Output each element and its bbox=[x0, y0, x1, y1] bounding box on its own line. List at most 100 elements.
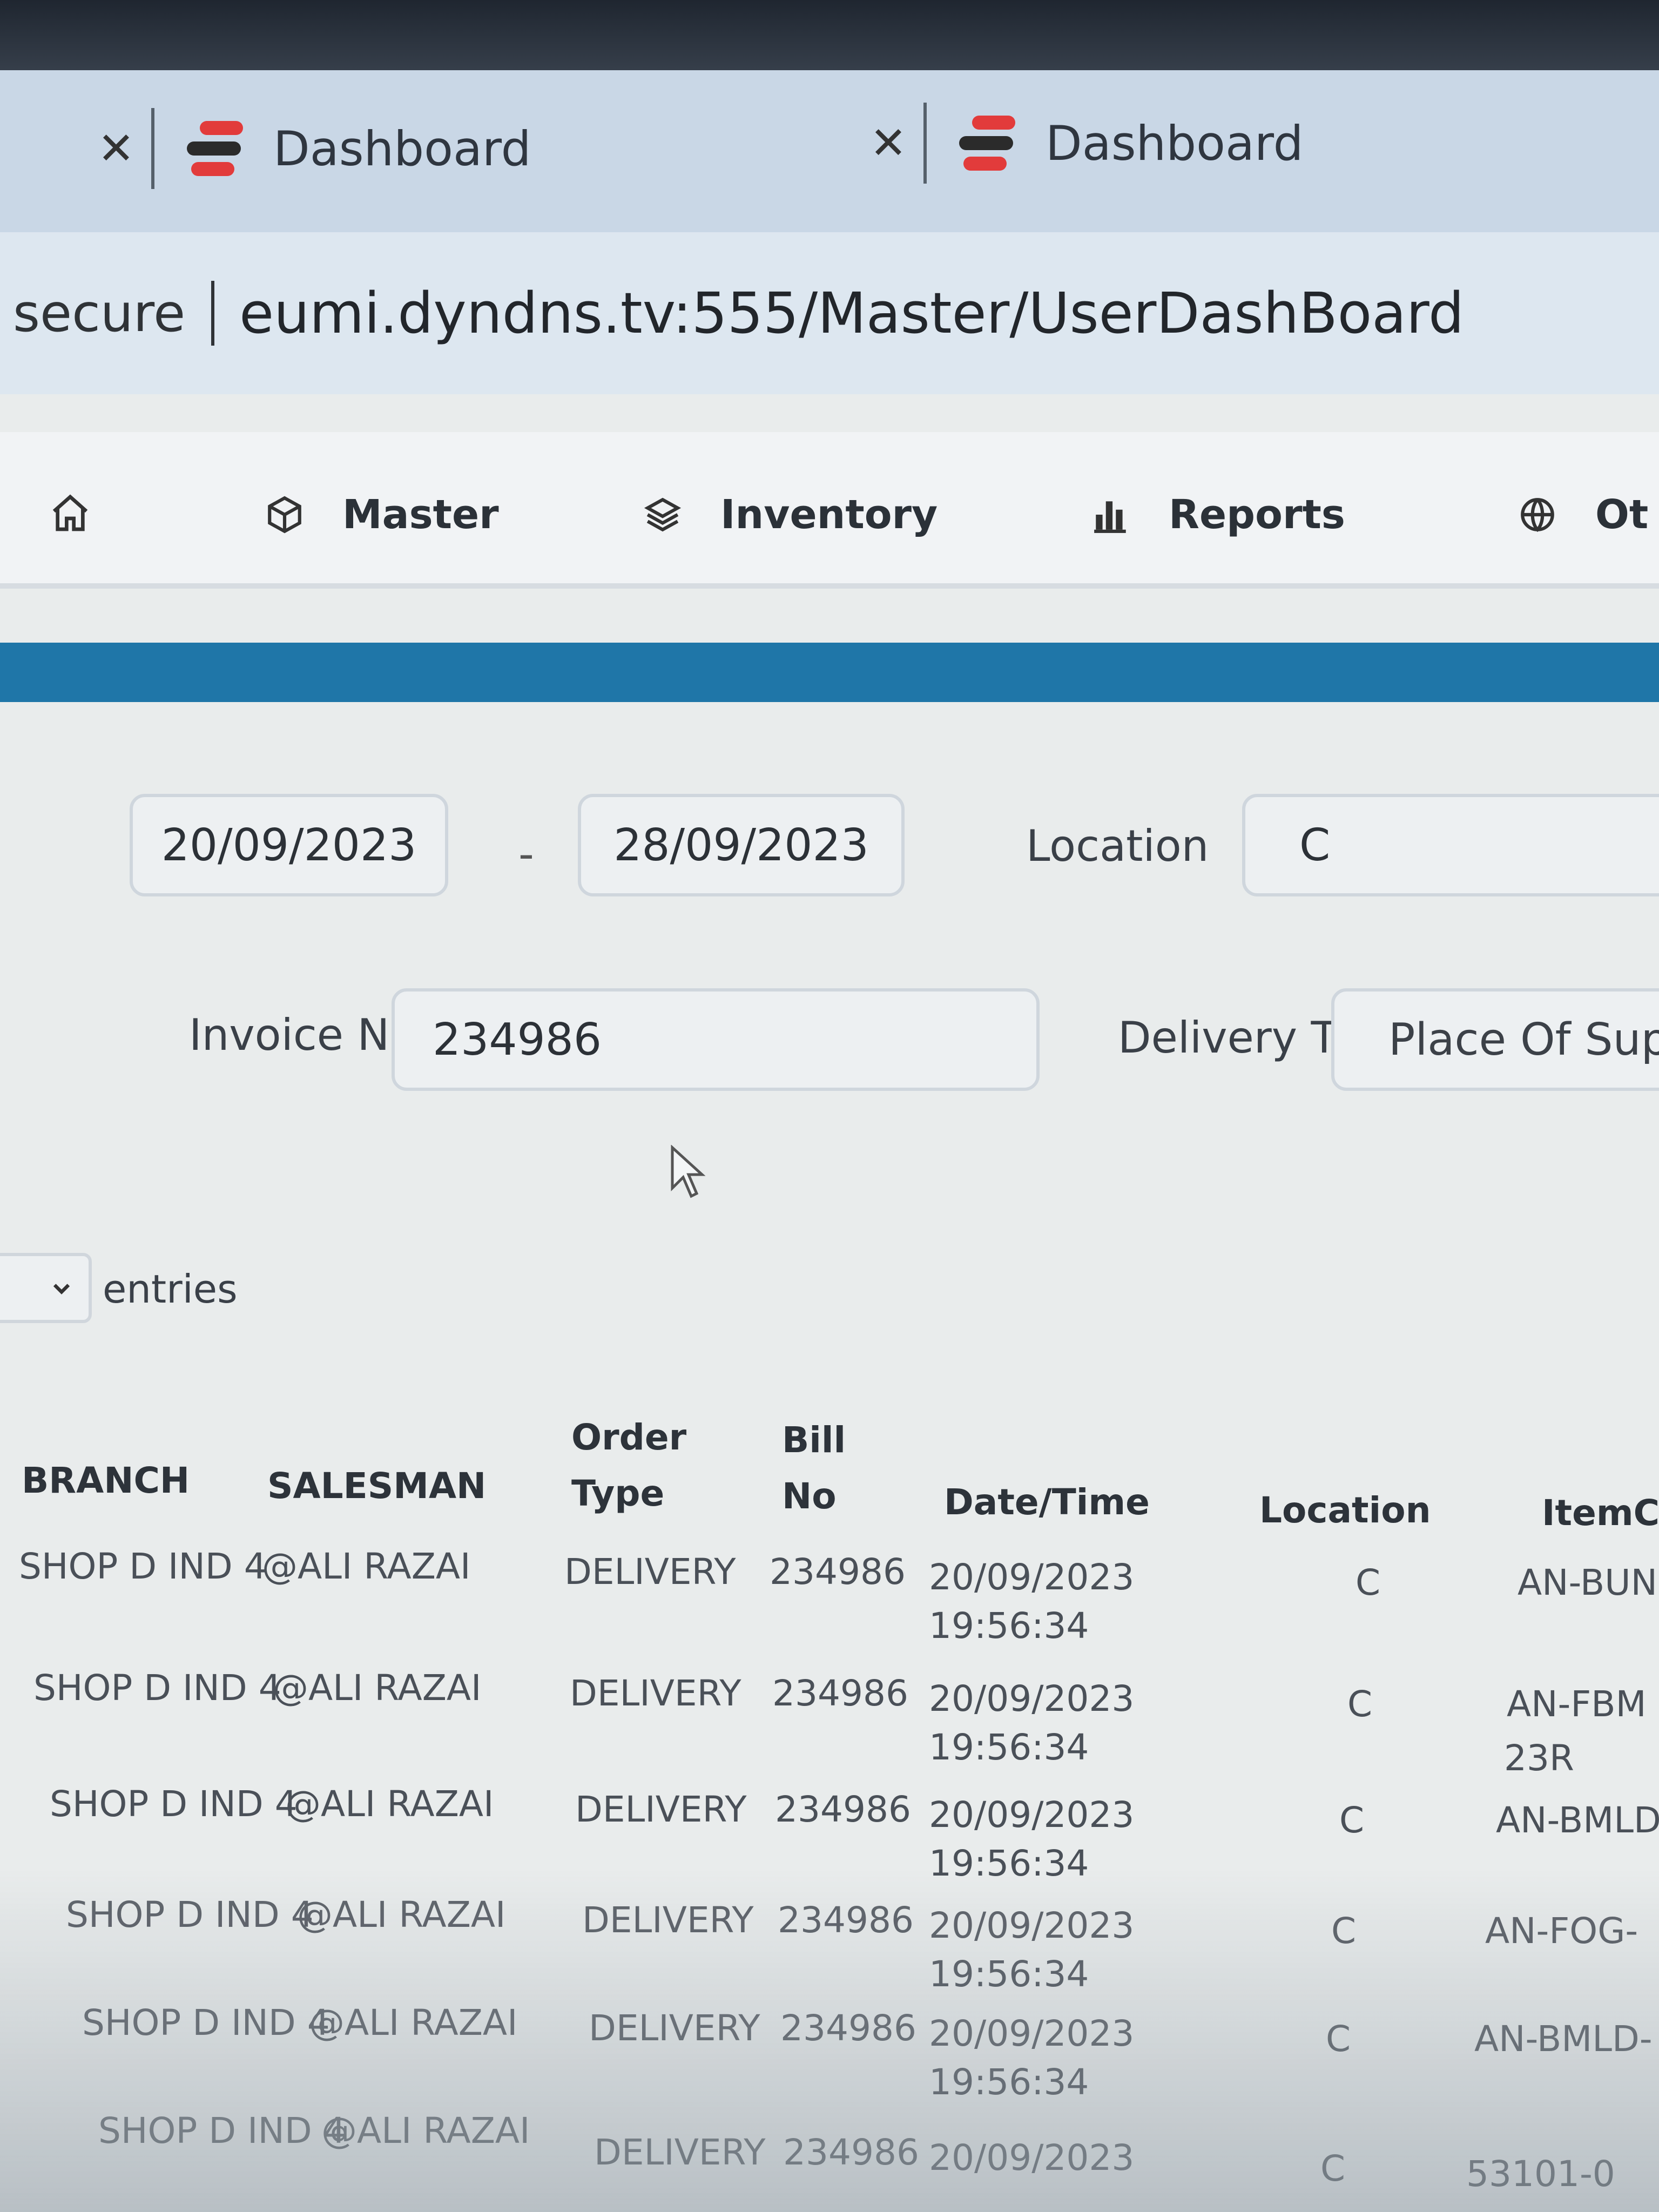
nav-label: Ot bbox=[1595, 491, 1649, 538]
cell-item: 53101-0 bbox=[1466, 2153, 1615, 2195]
cell-location: C bbox=[1355, 1562, 1381, 1603]
invoice-label: Invoice No bbox=[189, 1010, 416, 1060]
nav-label: Inventory bbox=[720, 491, 938, 538]
col-header-salesman[interactable]: SALESMAN bbox=[267, 1458, 486, 1514]
page-banner bbox=[0, 643, 1659, 702]
cube-icon bbox=[268, 496, 301, 534]
cell-item: AN-FOG- bbox=[1485, 1910, 1638, 1952]
col-header-order-type-line2: Type bbox=[571, 1473, 665, 1514]
cell-order-type: DELIVERY bbox=[589, 2007, 760, 2049]
nav-other[interactable]: Ot bbox=[1518, 491, 1648, 538]
close-icon[interactable]: ✕ bbox=[92, 123, 140, 174]
globe-icon bbox=[1521, 498, 1554, 532]
cell-item: AN-BUN bbox=[1518, 1562, 1657, 1603]
cell-branch: SHOP D IND 4 bbox=[98, 2110, 346, 2152]
nav-home[interactable] bbox=[49, 491, 130, 535]
cell-time: 19:56:34 bbox=[929, 1727, 1089, 1768]
cell-salesman: @ALI RAZAI bbox=[321, 2110, 530, 2152]
nav-inventory[interactable]: Inventory bbox=[643, 491, 938, 538]
cell-bill-no: 234986 bbox=[778, 1899, 914, 1941]
bar-chart-icon bbox=[1094, 501, 1126, 533]
app-nav-bar: Master Inventory Reports Ot bbox=[0, 432, 1659, 589]
entries-label: entries bbox=[103, 1266, 238, 1312]
address-divider bbox=[211, 281, 215, 346]
col-header-bill-no[interactable]: Bill No bbox=[782, 1412, 846, 1525]
col-header-item[interactable]: ItemC bbox=[1542, 1485, 1659, 1541]
browser-tab-2[interactable]: ✕ Dashboard bbox=[864, 97, 1303, 189]
tab-divider bbox=[151, 108, 154, 189]
col-header-datetime[interactable]: Date/Time bbox=[944, 1474, 1150, 1530]
cell-date: 20/09/2023 bbox=[929, 1678, 1135, 1719]
cell-date: 20/09/2023 bbox=[929, 1905, 1135, 1946]
col-header-branch[interactable]: BRANCH bbox=[22, 1453, 190, 1509]
cell-bill-no: 234986 bbox=[780, 2007, 916, 2049]
cell-branch: SHOP D IND 4 bbox=[33, 1667, 281, 1709]
cell-location: C bbox=[1331, 1910, 1357, 1952]
cell-time: 19:56:34 bbox=[929, 2061, 1089, 2103]
nav-reports[interactable]: Reports bbox=[1091, 491, 1345, 538]
col-header-order-type[interactable]: Order Type bbox=[571, 1410, 686, 1522]
cell-branch: SHOP D IND 4 bbox=[50, 1783, 298, 1825]
cell-item: AN-BMLD bbox=[1496, 1799, 1659, 1841]
col-header-location[interactable]: Location bbox=[1259, 1482, 1431, 1539]
cell-bill-no: 234986 bbox=[772, 1673, 908, 1714]
url-text[interactable]: eumi.dyndns.tv:555/Master/UserDashBoard bbox=[239, 280, 1464, 346]
tab-divider bbox=[923, 103, 927, 184]
cell-salesman: @ALI RAZAI bbox=[273, 1667, 482, 1709]
cell-time: 19:56:34 bbox=[929, 1605, 1089, 1647]
mouse-cursor-icon bbox=[671, 1145, 706, 1198]
cell-bill-no: 234986 bbox=[770, 1551, 906, 1593]
close-icon[interactable]: ✕ bbox=[864, 118, 913, 169]
tab-title: Dashboard bbox=[1046, 115, 1304, 171]
layers-icon bbox=[644, 497, 682, 532]
cell-order-type: DELIVERY bbox=[564, 1551, 736, 1593]
cell-location: C bbox=[1320, 2148, 1346, 2189]
app-logo-icon bbox=[959, 113, 1019, 173]
col-header-bill-no-line2: No bbox=[782, 1475, 837, 1517]
cell-item: AN-BMLD- bbox=[1474, 2018, 1653, 2060]
chevron-down-icon bbox=[53, 1284, 70, 1294]
cell-salesman: @ALI RAZAI bbox=[262, 1546, 471, 1587]
delivery-type-label: Delivery Ty bbox=[1118, 1013, 1357, 1063]
cell-order-type: DELIVERY bbox=[570, 1673, 741, 1714]
cell-order-type: DELIVERY bbox=[594, 2132, 766, 2173]
date-to-input[interactable]: 28/09/2023 bbox=[578, 794, 905, 896]
cell-branch: SHOP D IND 4 bbox=[66, 1894, 314, 1936]
cell-date: 20/09/2023 bbox=[929, 1556, 1135, 1598]
cell-item: AN-FBM bbox=[1507, 1683, 1647, 1725]
browser-tab-1[interactable]: ✕ Dashboard bbox=[92, 103, 531, 194]
nav-label: Master bbox=[342, 491, 499, 538]
location-label: Location bbox=[1026, 821, 1209, 871]
cell-date: 20/09/2023 bbox=[929, 1794, 1135, 1836]
cell-location: C bbox=[1347, 1683, 1373, 1725]
cell-bill-no: 234986 bbox=[783, 2132, 919, 2173]
cell-bill-no: 234986 bbox=[775, 1789, 911, 1830]
invoice-input[interactable]: 234986 bbox=[392, 988, 1040, 1091]
cell-order-type: DELIVERY bbox=[582, 1899, 754, 1941]
cell-order-type: DELIVERY bbox=[575, 1789, 747, 1830]
nav-label: Reports bbox=[1169, 491, 1345, 538]
entries-per-page-select[interactable] bbox=[0, 1253, 92, 1323]
home-icon bbox=[52, 494, 88, 531]
address-bar[interactable]: secure eumi.dyndns.tv:555/Master/UserDas… bbox=[0, 232, 1659, 394]
date-from-input[interactable]: 20/09/2023 bbox=[130, 794, 448, 896]
tab-title: Dashboard bbox=[273, 120, 531, 177]
location-select[interactable]: C bbox=[1242, 794, 1659, 896]
cell-branch: SHOP D IND 4 bbox=[82, 2002, 330, 2044]
col-header-bill-no-line1: Bill bbox=[782, 1419, 846, 1461]
cell-branch: SHOP D IND 4 bbox=[19, 1546, 267, 1587]
delivery-type-select[interactable]: Place Of Supp bbox=[1331, 988, 1659, 1091]
cell-date: 20/09/2023 bbox=[929, 2013, 1135, 2054]
app-logo-icon bbox=[187, 119, 246, 178]
cell-location: C bbox=[1339, 1799, 1365, 1841]
cell-salesman: @ALI RAZAI bbox=[297, 1894, 506, 1936]
cell-item-line2: 23R bbox=[1504, 1737, 1574, 1779]
cell-salesman: @ALI RAZAI bbox=[285, 1783, 494, 1825]
nav-master[interactable]: Master bbox=[265, 491, 499, 538]
security-indicator[interactable]: secure bbox=[13, 283, 185, 343]
date-range-separator: - bbox=[518, 829, 534, 879]
cell-location: C bbox=[1326, 2018, 1351, 2060]
cell-time: 19:56:34 bbox=[929, 1843, 1089, 1884]
cell-time: 19:56:34 bbox=[929, 1953, 1089, 1995]
col-header-order-type-line1: Order bbox=[571, 1417, 687, 1458]
